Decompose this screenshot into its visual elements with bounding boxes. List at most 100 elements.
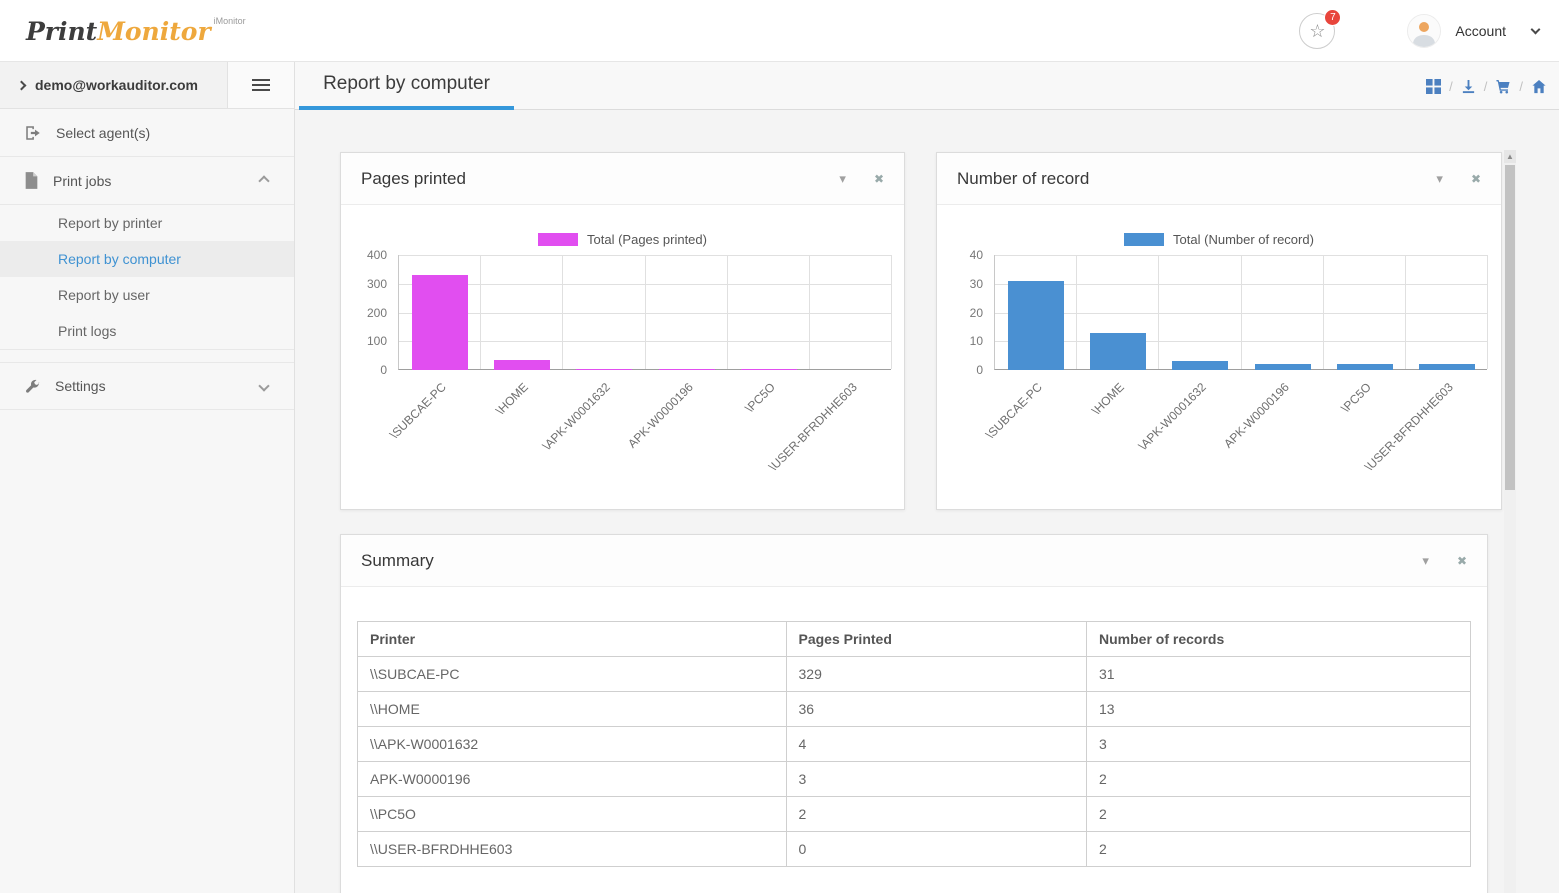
panel-title: Pages printed bbox=[361, 169, 839, 189]
sidebar-item-label: Print jobs bbox=[53, 173, 111, 189]
account-chevron-down-icon[interactable] bbox=[1531, 24, 1541, 34]
gridline bbox=[645, 255, 646, 369]
tab-bar: Report by computer / / / bbox=[295, 62, 1559, 110]
vertical-scrollbar[interactable]: ▲ bbox=[1504, 150, 1516, 893]
table-cell: 36 bbox=[786, 692, 1087, 727]
legend-swatch bbox=[1124, 233, 1164, 246]
table-header-row: PrinterPages PrintedNumber of records bbox=[358, 622, 1471, 657]
bar bbox=[412, 275, 468, 370]
scroll-up-icon[interactable]: ▲ bbox=[1504, 150, 1516, 163]
panel-title: Summary bbox=[361, 551, 1422, 571]
table-row: \\USER-BFRDHHE60302 bbox=[358, 832, 1471, 867]
sidebar-item-report-by-user[interactable]: Report by user bbox=[0, 277, 294, 313]
table-cell: 329 bbox=[786, 657, 1087, 692]
panel-summary: Summary ▾ ✖ PrinterPages PrintedNumber o… bbox=[340, 534, 1488, 893]
sidebar-item-report-by-printer[interactable]: Report by printer bbox=[0, 205, 294, 241]
table-cell: \\HOME bbox=[358, 692, 787, 727]
chevron-up-icon bbox=[258, 175, 269, 186]
gridline bbox=[891, 255, 892, 369]
sidebar-item-label: Select agent(s) bbox=[56, 125, 150, 141]
cart-icon[interactable] bbox=[1495, 79, 1511, 94]
dashboard-grid-icon[interactable] bbox=[1426, 79, 1441, 94]
table-cell: 3 bbox=[1087, 727, 1471, 762]
avatar[interactable] bbox=[1407, 14, 1441, 48]
tab-report-by-computer[interactable]: Report by computer bbox=[299, 62, 514, 110]
table-row: \\SUBCAE-PC32931 bbox=[358, 657, 1471, 692]
tabbar-actions: / / / bbox=[1426, 62, 1547, 110]
y-axis-label: 10 bbox=[937, 334, 983, 348]
chart-legend: Total (Pages printed) bbox=[341, 232, 904, 247]
table-row: \\APK-W000163243 bbox=[358, 727, 1471, 762]
separator: / bbox=[1449, 79, 1453, 94]
gridline bbox=[1158, 255, 1159, 369]
gridline bbox=[1241, 255, 1242, 369]
table-row: APK-W000019632 bbox=[358, 762, 1471, 797]
table-cell: \\SUBCAE-PC bbox=[358, 657, 787, 692]
notifications-button[interactable]: ☆ 7 bbox=[1299, 13, 1335, 49]
sidebar-item-print-jobs[interactable]: Print jobs bbox=[0, 157, 294, 205]
table-cell: \\APK-W0001632 bbox=[358, 727, 787, 762]
table-cell: 4 bbox=[786, 727, 1087, 762]
y-axis-label: 40 bbox=[937, 248, 983, 262]
download-icon[interactable] bbox=[1461, 79, 1476, 94]
separator: / bbox=[1484, 79, 1488, 94]
sidebar-item-print-logs[interactable]: Print logs bbox=[0, 313, 294, 349]
sidebar: demo@workauditor.com Select agent(s) Pri… bbox=[0, 62, 295, 893]
number-of-record-chart: Total (Number of record)010203040\SUBCAE… bbox=[937, 205, 1501, 510]
sidebar-collapse-button[interactable] bbox=[227, 62, 294, 108]
panel-pages-printed: Pages printed ▾ ✖ Total (Pages printed) 0… bbox=[340, 152, 905, 510]
chart-legend: Total (Number of record) bbox=[937, 232, 1501, 247]
print-jobs-submenu: Report by printer Report by computer Rep… bbox=[0, 205, 294, 350]
logo-text-monitor: Monitor bbox=[97, 17, 210, 46]
table-row: \\HOME3613 bbox=[358, 692, 1471, 727]
separator: / bbox=[1519, 79, 1523, 94]
app-logo[interactable]: PrintMonitor iMonitor bbox=[26, 0, 246, 62]
y-axis-label: 0 bbox=[937, 363, 983, 377]
y-axis-label: 0 bbox=[341, 363, 387, 377]
sidebar-account-toggle[interactable]: demo@workauditor.com bbox=[0, 62, 227, 108]
sidebar-item-select-agents[interactable]: Select agent(s) bbox=[0, 109, 294, 157]
table-cell: 0 bbox=[786, 832, 1087, 867]
legend-swatch bbox=[538, 233, 578, 246]
select-agents-icon bbox=[24, 124, 42, 142]
topbar-right: ☆ 7 Account bbox=[1299, 0, 1539, 62]
close-icon[interactable]: ✖ bbox=[1457, 554, 1467, 568]
summary-body: PrinterPages PrintedNumber of records\\S… bbox=[341, 587, 1487, 883]
bar bbox=[659, 369, 715, 370]
column-header: Number of records bbox=[1087, 622, 1471, 657]
collapse-icon[interactable]: ▾ bbox=[1436, 171, 1443, 187]
bar bbox=[1090, 333, 1146, 370]
table-cell: 2 bbox=[1087, 832, 1471, 867]
gridline bbox=[480, 255, 481, 369]
panel-number-of-record: Number of record ▾ ✖ Total (Number of re… bbox=[936, 152, 1502, 510]
table-cell: \\PC5O bbox=[358, 797, 787, 832]
collapse-icon[interactable]: ▾ bbox=[839, 171, 846, 187]
gridline bbox=[1487, 255, 1488, 369]
gridline bbox=[562, 255, 563, 369]
table-cell: 3 bbox=[786, 762, 1087, 797]
bar bbox=[576, 369, 632, 370]
y-axis-label: 20 bbox=[937, 306, 983, 320]
close-icon[interactable]: ✖ bbox=[1471, 172, 1481, 186]
table-cell: \\USER-BFRDHHE603 bbox=[358, 832, 787, 867]
sidebar-item-settings[interactable]: Settings bbox=[0, 362, 294, 410]
table-cell: 2 bbox=[786, 797, 1087, 832]
bar bbox=[1419, 364, 1475, 370]
gridline bbox=[809, 255, 810, 369]
bar bbox=[1337, 364, 1393, 370]
bar bbox=[741, 369, 797, 370]
chevron-right-icon bbox=[17, 80, 27, 90]
scrollbar-thumb[interactable] bbox=[1505, 165, 1515, 490]
home-icon[interactable] bbox=[1531, 79, 1547, 94]
collapse-icon[interactable]: ▾ bbox=[1422, 553, 1429, 569]
close-icon[interactable]: ✖ bbox=[874, 172, 884, 186]
sidebar-item-label: Settings bbox=[55, 378, 106, 394]
file-icon bbox=[24, 172, 39, 189]
account-label[interactable]: Account bbox=[1455, 23, 1506, 39]
sidebar-item-report-by-computer[interactable]: Report by computer bbox=[0, 241, 294, 277]
plot-area bbox=[398, 255, 891, 370]
gridline bbox=[1323, 255, 1324, 369]
y-axis-label: 300 bbox=[341, 277, 387, 291]
user-icon bbox=[1408, 15, 1440, 47]
bar bbox=[1008, 281, 1064, 370]
